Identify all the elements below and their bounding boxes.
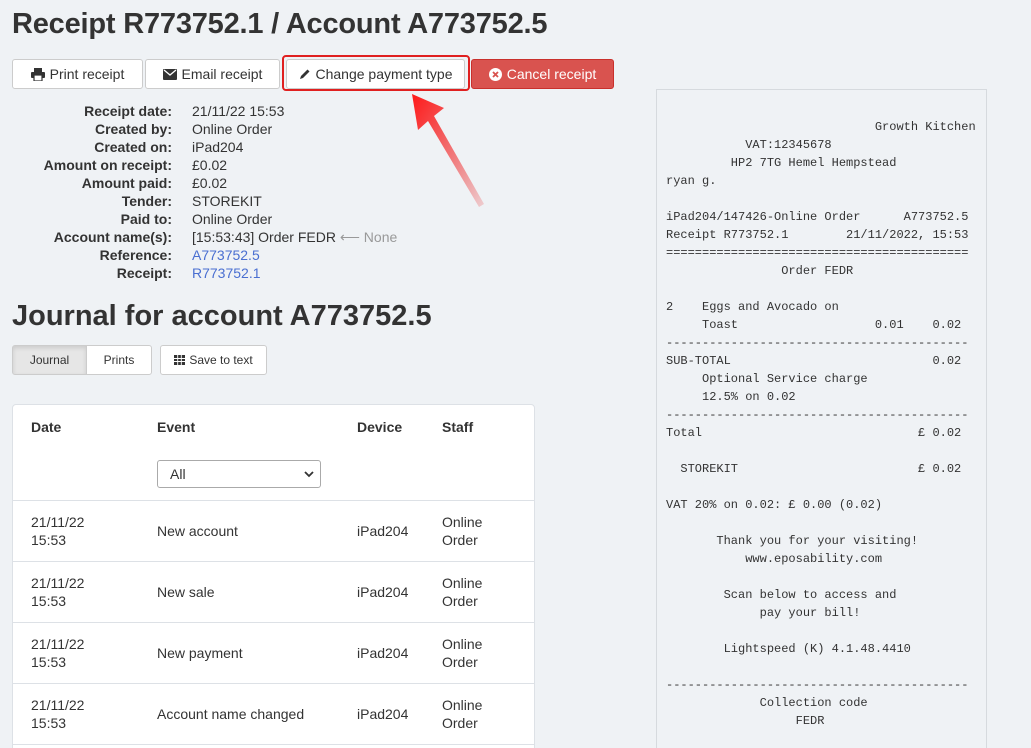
cancel-receipt-label: Cancel receipt [506,66,597,82]
row-event: Account name changed [157,706,305,722]
save-to-text-label: Save to text [189,353,253,367]
table-row: 21/11/22 15:53 Account name changed iPad… [13,684,534,745]
tab-journal[interactable]: Journal [12,345,87,375]
row-device: iPad204 [357,706,409,722]
reference-link[interactable]: A773752.5 [192,246,260,264]
pencil-icon [299,69,309,79]
table-icon [174,355,186,365]
row-device: iPad204 [357,645,409,661]
page-title: Receipt R773752.1 / Account A773752.5 [12,8,548,40]
detail-row: Tender: STOREKIT [121,193,262,209]
table-row: 21/11/22 15:53 New payment iPad204 Onlin… [13,623,534,684]
email-receipt-label: Email receipt [181,66,263,82]
detail-row: Amount on receipt: £0.02 [43,157,228,173]
table-row: 21/11/22 15:53 New account iPad204 Onlin… [13,501,534,562]
event-filter-select[interactable]: All [157,460,321,488]
column-staff: Staff [442,419,474,435]
account-name-value: [15:53:43] Order FEDR [192,229,336,245]
row-staff: Online Order [442,697,483,731]
receipt-preview: Growth Kitchen VAT:12345678 HP2 7TG Heme… [656,89,987,748]
envelope-icon [162,68,177,80]
detail-row: Receipt date: 21/11/22 15:53 [84,103,285,119]
cancel-receipt-button[interactable]: Cancel receipt [471,59,614,89]
tab-prints[interactable]: Prints [86,345,152,375]
row-date: 21/11/22 15:53 [31,514,85,548]
row-staff: Online Order [442,514,483,548]
table-row: 21/11/22 15:53 New sale iPad204 Online O… [13,562,534,623]
row-event: New payment [157,645,243,661]
receipt-details: Receipt date: 21/11/22 15:53 Created by: O… [12,102,398,282]
detail-row: Reference: A773752.5 [99,246,260,264]
print-receipt-button[interactable]: Print receipt [12,59,143,89]
row-device: iPad204 [357,584,409,600]
detail-row: Account name(s): [15:53:43] Order FEDR ⟵ … [53,229,398,245]
change-payment-type-label: Change payment type [315,66,453,82]
event-filter-value: All [170,466,186,482]
table-header: Date Event Device Staff All [13,405,534,501]
times-circle-icon [488,67,502,81]
row-date: 21/11/22 15:53 [31,697,85,731]
journal-title: Journal for account A773752.5 [12,300,432,332]
row-device: iPad204 [357,523,409,539]
chevron-down-icon [304,471,314,478]
row-event: New sale [157,584,215,600]
account-name-previous: ⟵ None [339,229,398,245]
row-staff: Online Order [442,575,483,609]
annotation-arrow-icon [412,94,484,207]
receipt-text: Growth Kitchen VAT:12345678 HP2 7TG Heme… [666,120,976,728]
row-staff: Online Order [442,636,483,670]
column-event: Event [157,419,196,435]
detail-row: Amount paid: £0.02 [81,175,228,191]
receipt-link[interactable]: R773752.1 [192,264,261,282]
detail-row: Created on: iPad204 [94,139,244,155]
save-to-text-button[interactable]: Save to text [160,345,267,375]
journal-table: Date Event Device Staff All 21/11/22 15:… [12,404,535,748]
email-receipt-button[interactable]: Email receipt [145,59,280,89]
print-receipt-label: Print receipt [49,66,125,82]
change-payment-type-button[interactable]: Change payment type [286,59,465,89]
detail-row: Created by: Online Order [94,121,273,137]
detail-row: Paid to: Online Order [120,211,273,227]
row-date: 21/11/22 15:53 [31,636,85,670]
row-date: 21/11/22 15:53 [31,575,85,609]
column-date: Date [31,419,62,435]
row-event: New account [157,523,238,539]
detail-row: Receipt: R773752.1 [116,264,261,282]
printer-icon [30,67,45,81]
column-device: Device [357,419,403,435]
